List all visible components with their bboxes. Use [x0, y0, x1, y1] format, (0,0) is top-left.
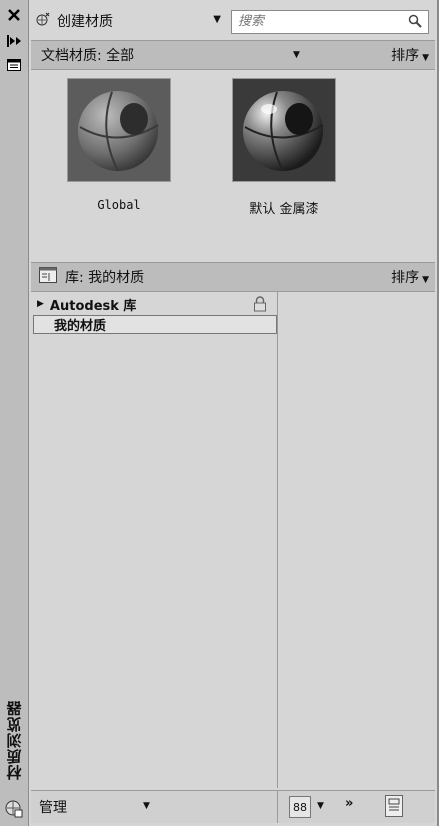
palette-title: 材质浏览器 [5, 700, 24, 780]
tree-item-autodesk-library[interactable]: ▶ Autodesk 库 [33, 295, 275, 314]
chevron-down-icon: ▼ [213, 14, 221, 25]
chevron-down-icon[interactable]: ▼ [317, 801, 324, 811]
lock-icon [253, 296, 267, 312]
chevron-down-icon[interactable]: ▼ [293, 50, 300, 60]
material-browser-panel: 创建材质 ▼ 文档材质: 全部 ▼ 排序▼ [29, 0, 439, 826]
divider [277, 791, 278, 823]
autohide-icon[interactable] [4, 32, 24, 50]
show-editor-icon[interactable] [385, 795, 403, 817]
tree-item-my-materials[interactable]: 我的材质 [33, 315, 277, 334]
manage-menu[interactable]: 管理 [39, 797, 67, 817]
bottom-toolbar: 管理 ▼ 88 ▼ » [31, 790, 435, 823]
close-icon[interactable] [4, 6, 24, 24]
create-material-label: 创建材质 [57, 14, 113, 30]
sort-button[interactable]: 排序 ▼ [391, 267, 429, 287]
material-name: Global [97, 198, 141, 212]
tree-item-label: 我的材质 [54, 319, 107, 334]
material-thumbnail [232, 78, 336, 182]
material-browser-icon [5, 800, 23, 818]
chevron-down-icon[interactable]: ▼ [143, 801, 150, 811]
expand-icon[interactable]: ▶ [37, 299, 44, 309]
document-materials-filter[interactable]: 文档材质: 全部 [41, 45, 134, 65]
material-thumbnail [67, 78, 171, 182]
view-mode-button[interactable]: 88 [289, 796, 311, 818]
material-tile-metallic-paint[interactable]: 默认 金属漆 [214, 78, 354, 217]
material-tile-global[interactable]: Global [49, 78, 189, 212]
properties-icon[interactable] [4, 56, 24, 74]
create-material-button[interactable]: 创建材质 ▼ [35, 8, 225, 34]
material-grid: Global 默认 金属漆 [31, 70, 435, 260]
document-materials-header: 文档材质: 全部 ▼ 排序 ▼ [31, 40, 435, 70]
toolbar: 创建材质 ▼ [31, 6, 433, 36]
more-button[interactable]: » [345, 796, 353, 811]
search-input[interactable] [232, 11, 409, 31]
search-icon[interactable] [408, 14, 422, 28]
tree-item-label: Autodesk 库 [49, 298, 137, 314]
library-tree: ▶ Autodesk 库 我的材质 [31, 292, 278, 788]
library-header: 库: 我的材质 排序 ▼ [31, 262, 435, 292]
library-icon[interactable] [39, 267, 57, 287]
library-body: ▶ Autodesk 库 我的材质 [31, 292, 435, 788]
palette-title-strip: 材质浏览器 [0, 0, 29, 826]
library-title: 库: 我的材质 [65, 270, 145, 286]
sort-button[interactable]: 排序 ▼ [391, 45, 429, 65]
search-box[interactable] [231, 10, 429, 34]
create-material-icon [35, 11, 51, 31]
material-name: 默认 金属漆 [249, 202, 319, 217]
